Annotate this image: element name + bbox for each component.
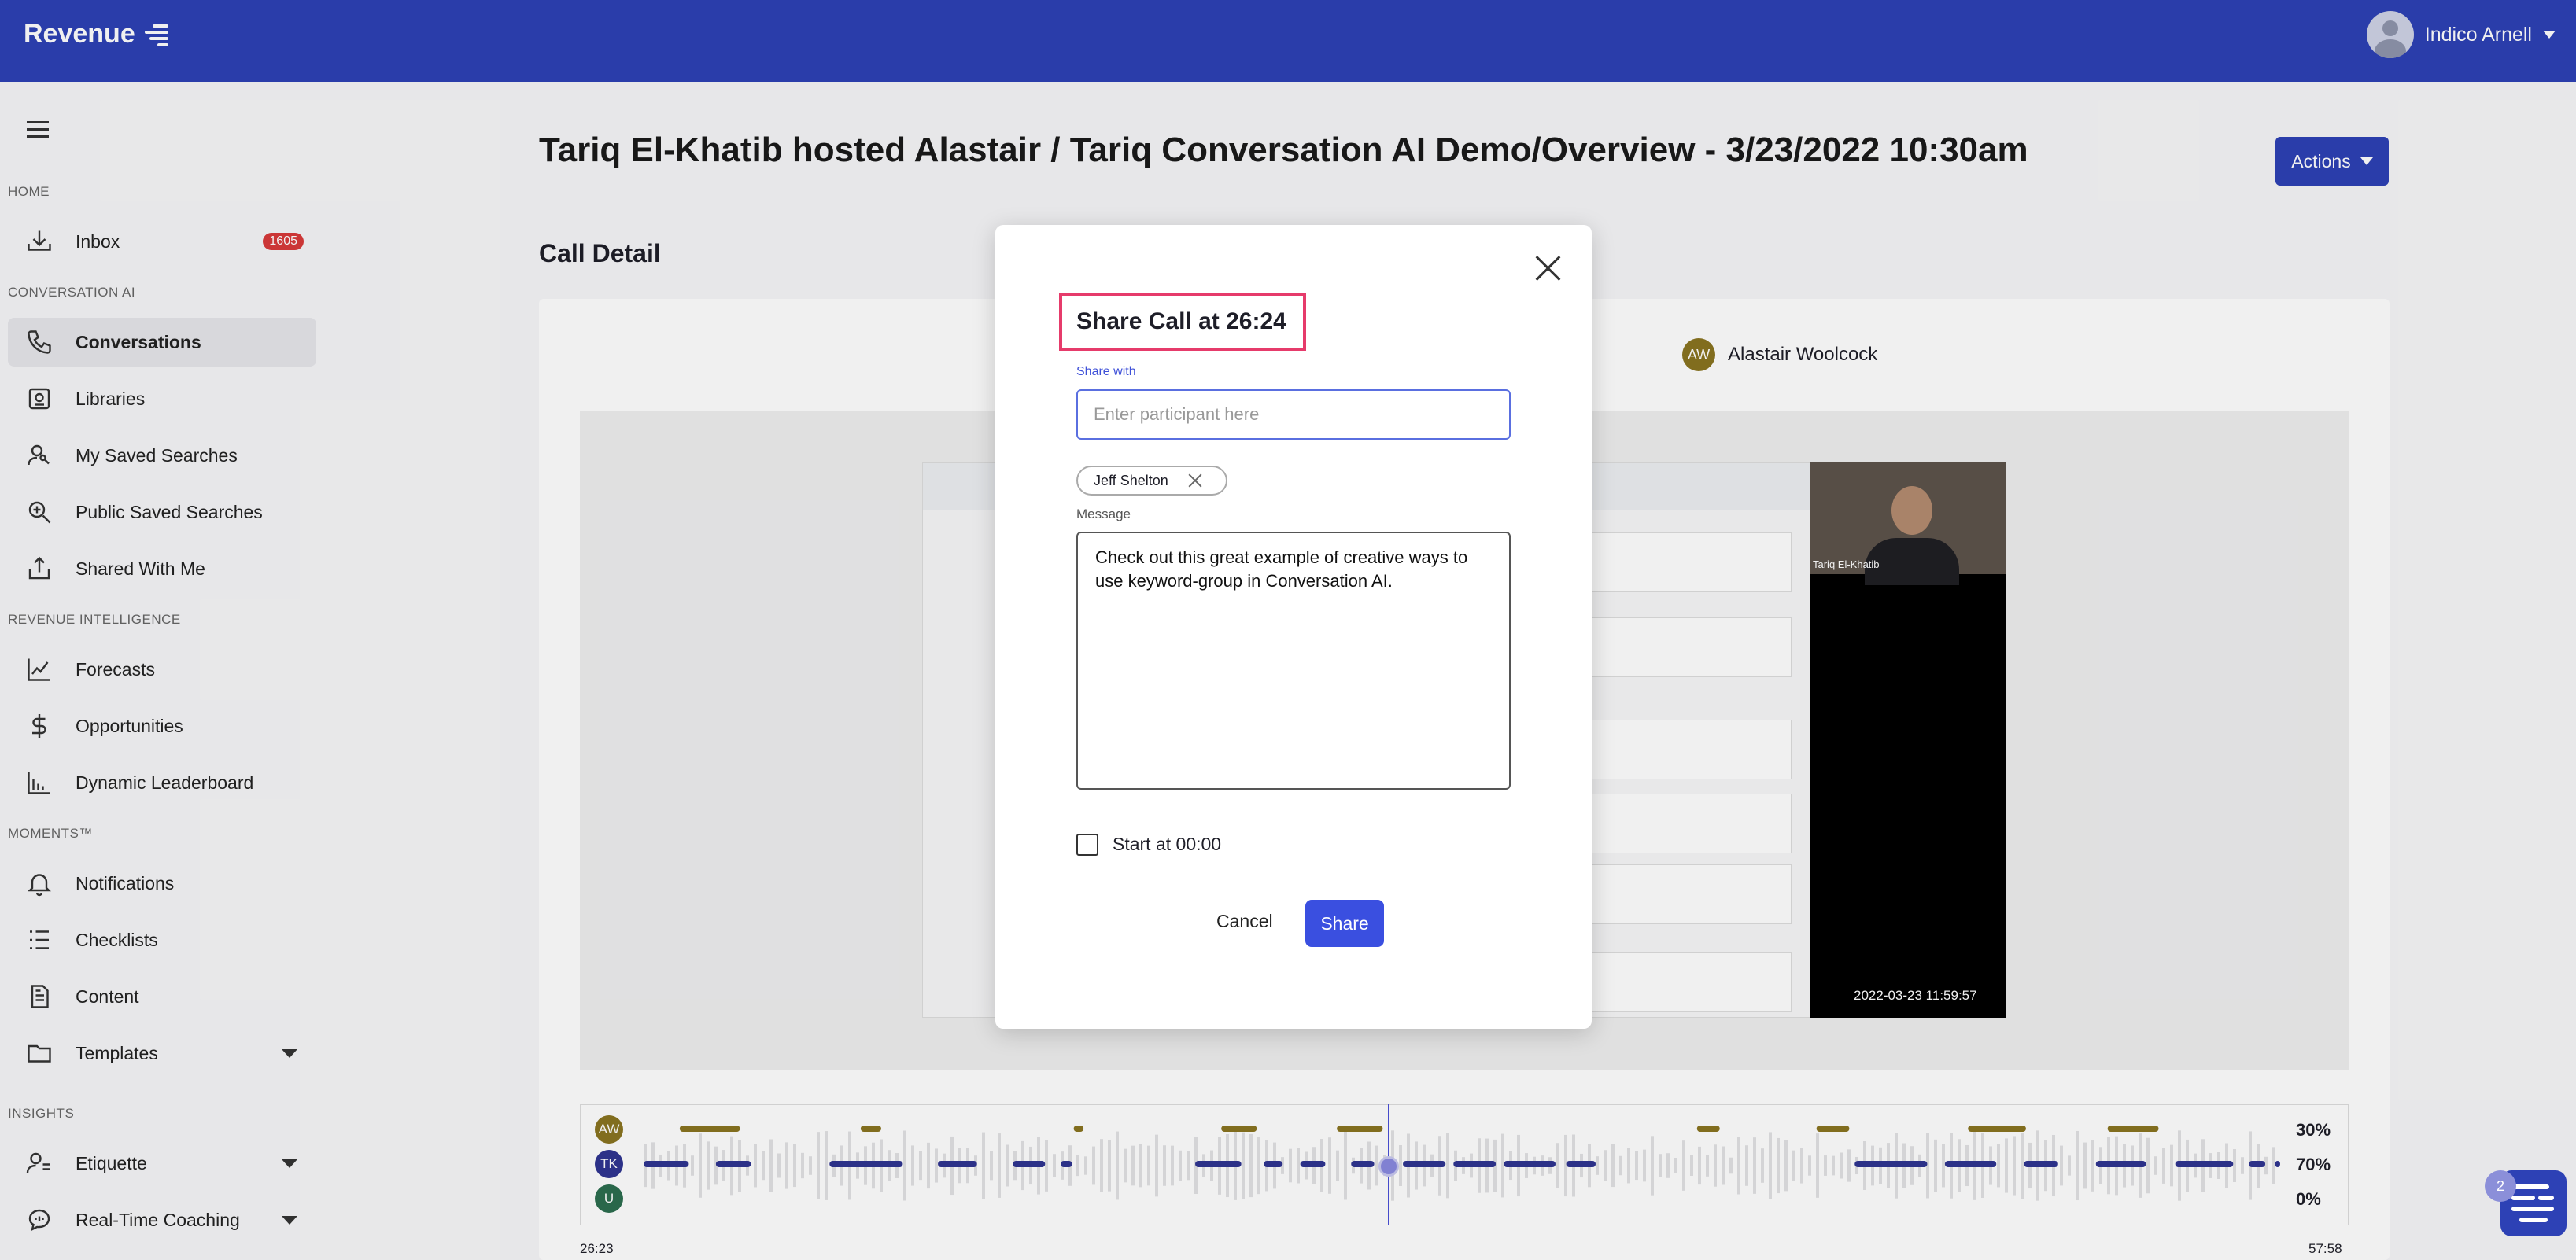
start-at-label[interactable]: Start at 00:00 bbox=[1113, 834, 1221, 855]
share-with-input[interactable] bbox=[1076, 389, 1511, 440]
cancel-button[interactable]: Cancel bbox=[1216, 911, 1273, 932]
chat-unread-count: 2 bbox=[2485, 1170, 2516, 1202]
remove-chip-icon[interactable] bbox=[1187, 472, 1204, 489]
modal-title: Share Call at 26:24 bbox=[1076, 308, 1286, 334]
message-textarea[interactable] bbox=[1076, 532, 1511, 790]
share-button[interactable]: Share bbox=[1305, 900, 1384, 947]
message-label: Message bbox=[1076, 507, 1131, 521]
participant-chip[interactable]: Jeff Shelton bbox=[1076, 466, 1227, 496]
start-at-checkbox[interactable] bbox=[1076, 834, 1098, 856]
close-icon[interactable] bbox=[1534, 255, 1561, 282]
share-with-label: Share with bbox=[1076, 365, 1136, 378]
participant-chip-label: Jeff Shelton bbox=[1094, 472, 1168, 488]
